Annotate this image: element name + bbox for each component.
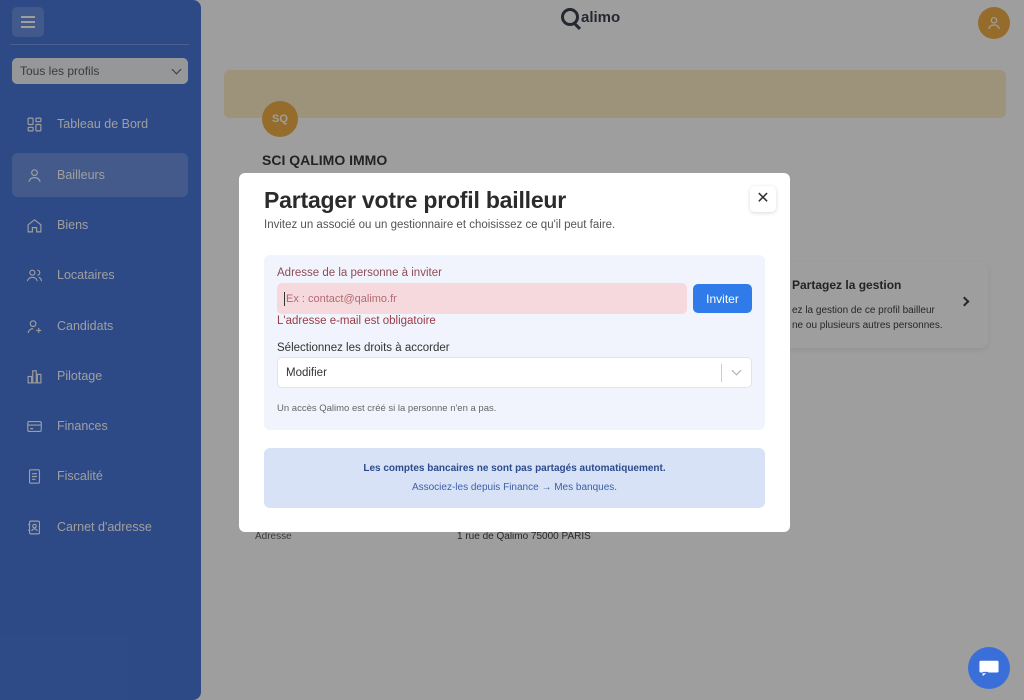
share-profile-modal: Partager votre profil bailleur Invitez u…	[239, 173, 790, 532]
rights-label: Sélectionnez les droits à accorder	[277, 342, 450, 354]
chat-icon	[979, 660, 999, 677]
rights-select-value: Modifier	[286, 366, 327, 379]
chat-button[interactable]	[968, 647, 1010, 689]
access-note: Un accès Qalimo est créé si la personne …	[277, 403, 497, 414]
email-placeholder: Ex : contact@qalimo.fr	[286, 292, 397, 305]
email-error: L'adresse e-mail est obligatoire	[277, 315, 436, 327]
invite-button[interactable]: Inviter	[693, 284, 752, 313]
modal-title: Partager votre profil bailleur	[264, 187, 567, 213]
text-caret	[284, 291, 285, 306]
bank-info-panel: Les comptes bancaires ne sont pas partag…	[264, 448, 765, 508]
modal-subtitle: Invitez un associé ou un gestionnaire et…	[264, 219, 616, 231]
chevron-down-icon	[731, 365, 742, 376]
email-label: Adresse de la personne à inviter	[277, 267, 442, 279]
email-field[interactable]: Ex : contact@qalimo.fr	[277, 283, 687, 314]
close-icon: ✕	[756, 190, 770, 207]
rights-select[interactable]: Modifier	[277, 357, 752, 388]
close-button[interactable]: ✕	[750, 186, 776, 212]
invite-form: Adresse de la personne à inviter Ex : co…	[264, 255, 765, 430]
bank-info-text: Les comptes bancaires ne sont pas partag…	[363, 463, 666, 474]
bank-info-link[interactable]: Associez-les depuis Finance → Mes banque…	[264, 482, 765, 493]
select-divider	[721, 364, 722, 382]
